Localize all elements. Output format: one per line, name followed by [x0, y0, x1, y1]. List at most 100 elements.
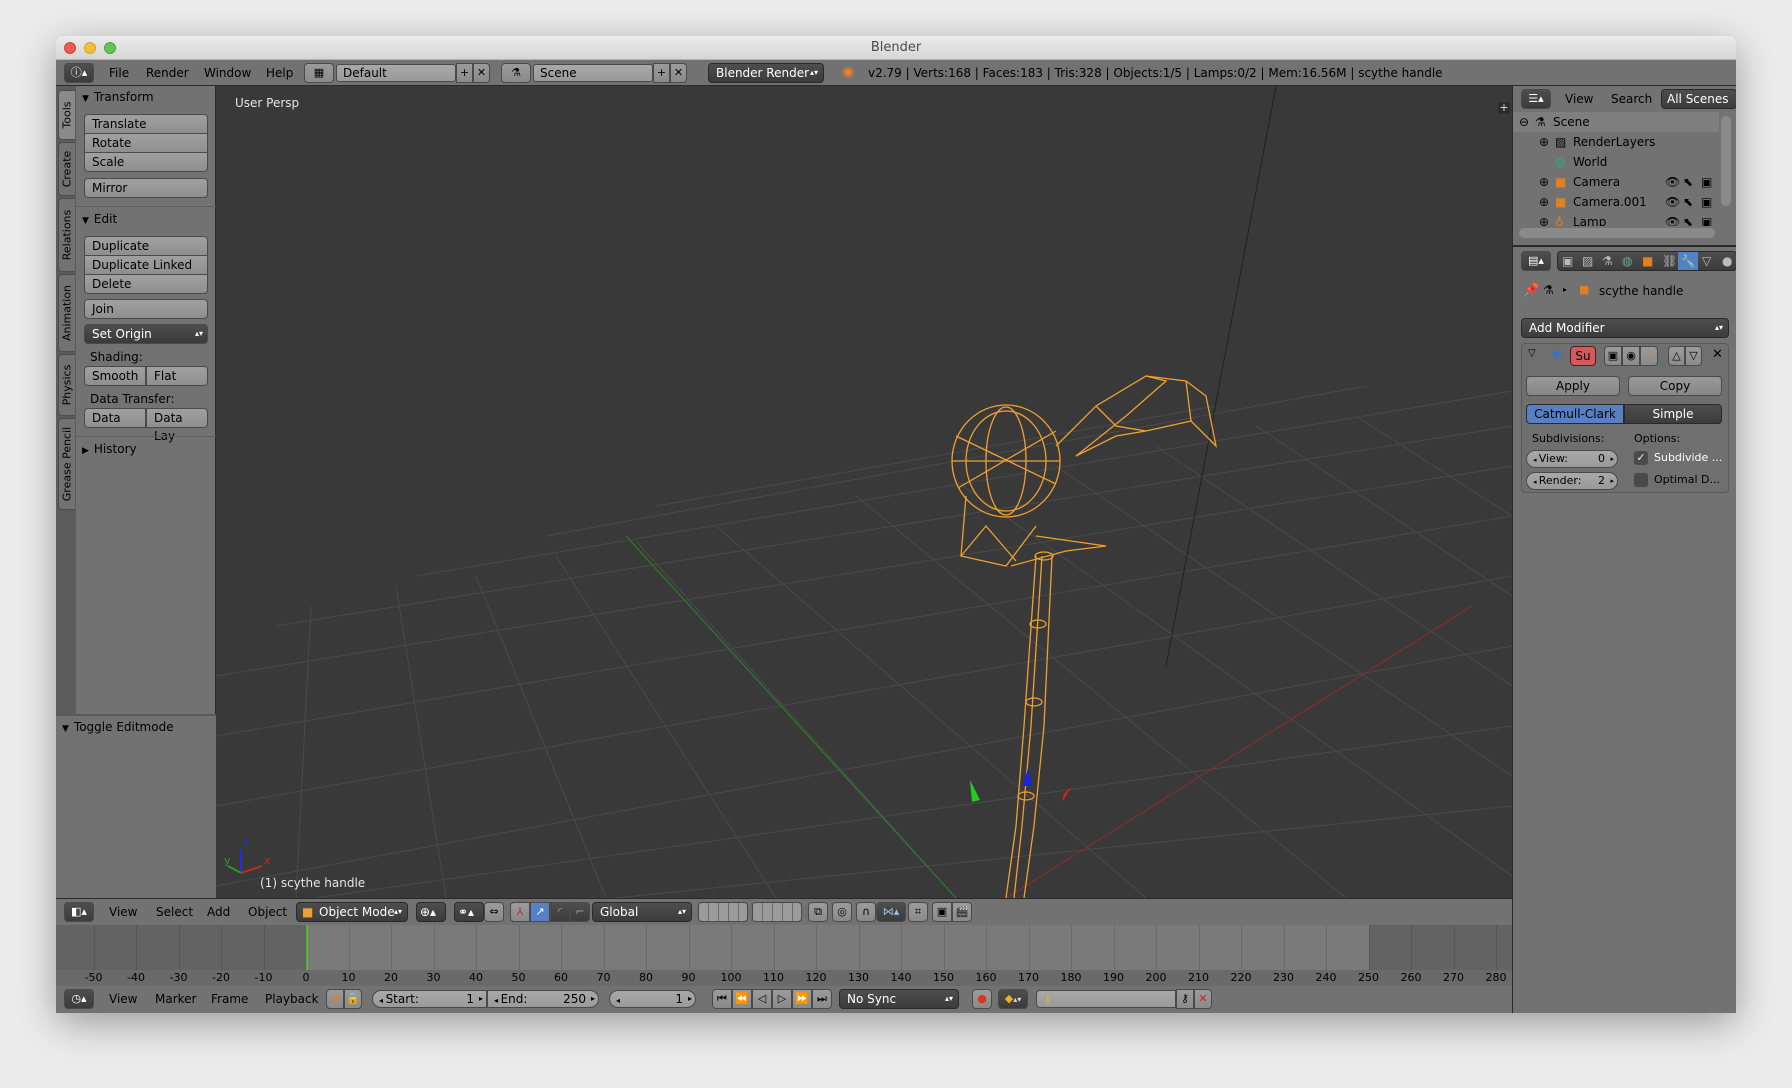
properties-toggle-plus-icon[interactable]: +	[1498, 102, 1510, 114]
tab-create[interactable]: Create	[58, 142, 75, 196]
insert-keyframe-button[interactable]: ⚷	[1176, 989, 1194, 1009]
snap-element-dropdown[interactable]: ⋈▴	[876, 902, 906, 922]
menu-file[interactable]: File	[109, 60, 129, 86]
show-viewport-toggle[interactable]: ◉	[1622, 346, 1640, 366]
selectable-cursor-icon[interactable]: ⬉	[1683, 192, 1693, 212]
add-screen-button[interactable]: +	[456, 63, 473, 83]
menu-playback[interactable]: Playback	[265, 986, 319, 1012]
history-panel-header[interactable]: ▶ History	[82, 442, 137, 456]
menu-add[interactable]: Add	[207, 899, 230, 925]
menu-search[interactable]: Search	[1611, 86, 1652, 112]
material-tab-icon[interactable]: ●	[1722, 252, 1732, 270]
close-window-button[interactable]	[64, 42, 76, 54]
rotate-button[interactable]: Rotate	[84, 133, 208, 153]
opengl-render-button[interactable]: ▣	[932, 902, 952, 922]
data-tab-icon[interactable]: ▽	[1702, 252, 1711, 270]
play-button[interactable]: ▷	[772, 989, 792, 1009]
flat-shading-button[interactable]: Flat	[146, 366, 208, 386]
sync-mode-dropdown[interactable]: No Sync ▴▾	[839, 989, 959, 1009]
jump-to-start-button[interactable]: ⏮	[712, 989, 732, 1009]
selectable-cursor-icon[interactable]: ⬉	[1683, 172, 1693, 192]
optimal-display-checkbox[interactable]	[1634, 473, 1648, 487]
render-levels-field[interactable]: ◂ Render: 2 ▸	[1526, 472, 1618, 490]
outliner-item-camera[interactable]: ⊕ ■ Camera 👁 ⬉ ▣	[1513, 172, 1719, 192]
viewport-shading-dropdown[interactable]: ⊕▴	[416, 902, 446, 922]
object-tab-icon[interactable]: ■	[1642, 252, 1653, 270]
editor-type-properties-button[interactable]: ▤▴	[1521, 251, 1551, 271]
menu-window[interactable]: Window	[204, 60, 251, 86]
layers-group-2[interactable]	[752, 902, 802, 922]
play-reverse-button[interactable]: ◁	[752, 989, 772, 1009]
render-layers-tab-icon[interactable]: ▨	[1582, 252, 1593, 270]
modifier-name-field[interactable]: Su	[1570, 346, 1596, 366]
apply-modifier-button[interactable]: Apply	[1526, 376, 1620, 396]
tab-physics[interactable]: Physics	[58, 354, 75, 416]
outliner-horizontal-scrollbar[interactable]	[1519, 228, 1715, 238]
outliner-item-camera-001[interactable]: ⊕ ■ Camera.001 👁 ⬉ ▣	[1513, 192, 1719, 212]
modifiers-wrench-tab-icon[interactable]: 🔧	[1678, 252, 1698, 270]
start-frame-field[interactable]: ◂ Start: 1 ▸	[372, 990, 487, 1008]
display-mode-dropdown[interactable]: All Scenes	[1661, 89, 1736, 109]
active-keying-set-field[interactable]: ⚷	[1036, 990, 1176, 1008]
jump-to-keyframe-next-button[interactable]: ⏩	[792, 989, 812, 1009]
tab-animation[interactable]: Animation	[58, 274, 75, 352]
maximize-window-button[interactable]	[104, 42, 116, 54]
use-preview-range-button[interactable]: ◔	[326, 989, 344, 1009]
z-gizmo-arrow[interactable]	[1023, 768, 1032, 786]
delete-scene-button[interactable]: ✕	[670, 63, 687, 83]
transform-orientation-dropdown[interactable]: Global ▴▾	[592, 902, 692, 922]
render-tab-icon[interactable]: ▣	[1562, 252, 1573, 270]
3d-viewport[interactable]: User Persp z y x (1) scythe handle +	[216, 86, 1512, 898]
edit-panel-header[interactable]: ▼ Edit	[82, 212, 117, 226]
set-origin-dropdown[interactable]: Set Origin ▴▾	[84, 324, 208, 344]
scene-field[interactable]: Scene	[533, 64, 653, 82]
snap-target-button[interactable]: ⌗	[908, 902, 928, 922]
editor-type-timeline-button[interactable]: ◷▴	[64, 989, 94, 1009]
add-scene-button[interactable]: +	[653, 63, 670, 83]
tab-tools[interactable]: Tools	[58, 90, 75, 140]
move-modifier-down-button[interactable]: ▽	[1685, 346, 1702, 366]
x-gizmo-arrow[interactable]	[1062, 786, 1072, 802]
tab-relations[interactable]: Relations	[58, 198, 75, 272]
selectable-cursor-icon[interactable]: ⬉	[1683, 212, 1693, 226]
editor-type-3d-view-button[interactable]: ◧▴	[64, 902, 94, 922]
lock-time-cursor-button[interactable]: 🔒	[344, 989, 362, 1009]
show-editmode-toggle[interactable]: ⁙	[1640, 346, 1658, 366]
renderable-camera-icon[interactable]: ▣	[1701, 172, 1712, 192]
scale-button[interactable]: Scale	[84, 152, 208, 172]
pivot-point-dropdown[interactable]: ⚭▴	[454, 902, 484, 922]
mirror-button[interactable]: Mirror	[84, 178, 208, 198]
layers-group-1[interactable]	[698, 902, 748, 922]
jump-to-keyframe-prev-button[interactable]: ⏪	[732, 989, 752, 1009]
duplicate-button[interactable]: Duplicate	[84, 236, 208, 256]
subdivide-uvs-checkbox[interactable]: ✓	[1634, 451, 1648, 465]
menu-object[interactable]: Object	[248, 899, 287, 925]
opengl-animation-button[interactable]: 🎬	[952, 902, 972, 922]
editor-type-outliner-button[interactable]: ☰▴	[1521, 89, 1551, 109]
visibility-eye-icon[interactable]: 👁	[1665, 192, 1680, 212]
timeline-area[interactable]	[56, 925, 1512, 970]
manipulator-center-button[interactable]: ⇔	[484, 902, 504, 922]
collapse-triangle-icon[interactable]: ▽	[1528, 348, 1536, 359]
menu-select[interactable]: Select	[156, 899, 193, 925]
delete-button[interactable]: Delete	[84, 274, 208, 294]
y-gizmo-arrow[interactable]	[970, 780, 980, 802]
screen-layout-browse-button[interactable]: ▦	[304, 63, 334, 83]
lock-camera-layers-button[interactable]: ⧉	[808, 902, 828, 922]
jump-to-end-button[interactable]: ⏭	[812, 989, 832, 1009]
scene-tab-icon[interactable]: ⚗	[1602, 252, 1613, 270]
timeline-ruler[interactable]: -50 -40 -30 -20 -10 0 10 20 30 40 50 60 70 80 90 100 110…	[56, 970, 1512, 986]
menu-view[interactable]: View	[109, 986, 137, 1012]
copy-modifier-button[interactable]: Copy	[1628, 376, 1722, 396]
menu-view[interactable]: View	[109, 899, 137, 925]
visibility-eye-icon[interactable]: 👁	[1665, 172, 1680, 192]
end-frame-field[interactable]: ◂ End: 250 ▸	[487, 990, 599, 1008]
screen-layout-field[interactable]: Default	[336, 64, 456, 82]
pin-icon[interactable]: 📌	[1523, 283, 1539, 298]
catmull-clark-option[interactable]: Catmull-Clark	[1526, 404, 1624, 424]
visibility-eye-icon[interactable]: 👁	[1665, 212, 1680, 226]
outliner-item-world[interactable]: ◍ World	[1513, 152, 1719, 172]
data-transfer-button[interactable]: Data	[84, 408, 146, 428]
rotate-manipulator-toggle[interactable]: ◜	[550, 902, 570, 922]
move-modifier-up-button[interactable]: △	[1668, 346, 1685, 366]
